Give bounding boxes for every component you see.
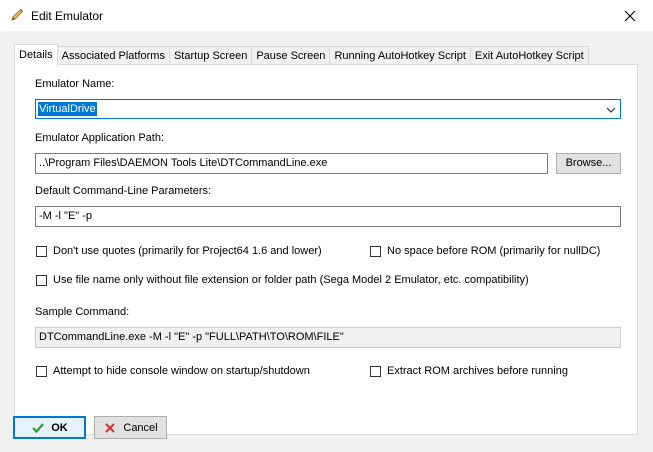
checkmark-icon <box>32 422 45 433</box>
tab-exit-autohotkey-script[interactable]: Exit AutoHotkey Script <box>469 46 589 65</box>
extract-archives-label: Extract ROM archives before running <box>387 365 568 377</box>
emulator-name-label: Emulator Name: <box>35 78 115 90</box>
no-quotes-checkbox[interactable]: Don't use quotes (primarily for Project6… <box>36 245 322 257</box>
checkbox-box[interactable] <box>370 245 381 257</box>
tab-startup-screen[interactable]: Startup Screen <box>168 46 253 65</box>
cancel-label: Cancel <box>123 421 158 434</box>
cancel-x-icon <box>105 422 116 433</box>
hide-console-label: Attempt to hide console window on startu… <box>53 365 310 377</box>
application-path-input[interactable]: ..\Program Files\DAEMON Tools Lite\DTCom… <box>35 153 548 174</box>
dialog-body: Details Associated Platforms Startup Scr… <box>0 31 653 452</box>
title-bar: Edit Emulator <box>0 0 653 31</box>
chevron-down-icon <box>606 107 616 113</box>
close-icon <box>624 10 636 21</box>
tab-associated-platforms[interactable]: Associated Platforms <box>56 46 170 65</box>
tab-running-autohotkey-script[interactable]: Running AutoHotkey Script <box>329 46 471 65</box>
filename-only-label: Use file name only without file extensio… <box>53 274 529 286</box>
ok-button[interactable]: OK <box>13 416 86 439</box>
tab-strip: Details Associated Platforms Startup Scr… <box>14 44 589 66</box>
checkbox-box[interactable] <box>36 274 47 286</box>
checkbox-box[interactable] <box>36 245 47 257</box>
emulator-name-value: VirtualDrive <box>38 102 97 116</box>
browse-button[interactable]: Browse... <box>556 153 621 174</box>
checkbox-box[interactable] <box>370 365 381 377</box>
checkbox-box[interactable] <box>36 365 47 377</box>
pencil-icon <box>11 9 23 21</box>
details-panel: Emulator Name: VirtualDrive Emulator App… <box>14 64 638 435</box>
cancel-button[interactable]: Cancel <box>94 416 167 439</box>
sample-command-label: Sample Command: <box>35 306 130 318</box>
sample-command-output: DTCommandLine.exe -M -l "E" -p "FULL\PAT… <box>35 327 621 348</box>
filename-only-checkbox[interactable]: Use file name only without file extensio… <box>36 274 529 286</box>
application-path-label: Emulator Application Path: <box>35 132 165 144</box>
ok-label: OK <box>51 421 68 434</box>
no-quotes-label: Don't use quotes (primarily for Project6… <box>53 245 322 257</box>
no-space-label: No space before ROM (primarily for nullD… <box>387 245 601 257</box>
hide-console-checkbox[interactable]: Attempt to hide console window on startu… <box>36 365 310 377</box>
no-space-checkbox[interactable]: No space before ROM (primarily for nullD… <box>370 245 600 257</box>
tab-pause-screen[interactable]: Pause Screen <box>251 46 331 65</box>
extract-archives-checkbox[interactable]: Extract ROM archives before running <box>370 365 568 377</box>
command-line-params-label: Default Command-Line Parameters: <box>35 185 212 197</box>
window-title: Edit Emulator <box>31 9 104 23</box>
command-line-params-input[interactable]: -M -l "E" -p <box>35 206 621 227</box>
close-button[interactable] <box>607 0 653 31</box>
emulator-name-combo[interactable]: VirtualDrive <box>35 99 621 119</box>
tab-details[interactable]: Details <box>14 44 58 66</box>
